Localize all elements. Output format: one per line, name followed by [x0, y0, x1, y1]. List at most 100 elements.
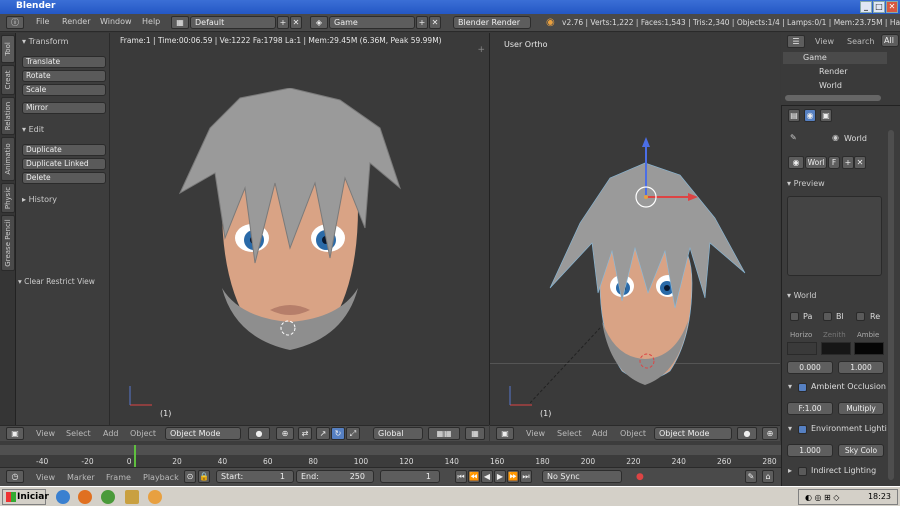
timeline-frame-menu[interactable]: Frame: [106, 473, 131, 482]
blender-taskbar-icon[interactable]: [148, 490, 162, 504]
tab-create[interactable]: Creat: [1, 65, 15, 95]
explorer-taskbar-icon[interactable]: [56, 490, 70, 504]
horizon-color-swatch[interactable]: [787, 342, 817, 355]
object-menu-right[interactable]: Object: [620, 429, 646, 438]
timeline-playback-menu[interactable]: Playback: [143, 473, 179, 482]
viewport-shading-right-icon[interactable]: ●: [737, 427, 757, 440]
outliner-view-menu[interactable]: View: [815, 37, 834, 46]
transform-manipulator[interactable]: [630, 133, 710, 223]
timeline-view-menu[interactable]: View: [36, 473, 55, 482]
menu-window[interactable]: Window: [100, 17, 132, 26]
ambient-color-swatch[interactable]: [854, 342, 884, 355]
remove-scene-icon[interactable]: ✕: [429, 16, 441, 29]
start-button[interactable]: Iniciar: [2, 489, 49, 505]
world-name-field[interactable]: Worl: [805, 156, 827, 169]
object-menu[interactable]: Object: [130, 429, 156, 438]
blend-sky-checkbox[interactable]: [823, 312, 832, 321]
outliner-type-icon[interactable]: ☰: [787, 35, 805, 48]
menu-render[interactable]: Render: [62, 17, 90, 26]
prev-keyframe-icon[interactable]: ⏪: [468, 470, 480, 483]
indirect-expand-icon[interactable]: ▸: [788, 466, 792, 475]
pivot-icon[interactable]: ⊕: [276, 427, 294, 440]
indirect-lighting-checkbox[interactable]: [798, 467, 807, 476]
scale-button[interactable]: Scale: [22, 84, 106, 96]
outliner-search-menu[interactable]: Search: [847, 37, 874, 46]
real-sky-checkbox[interactable]: [856, 312, 865, 321]
timeline-marker-menu[interactable]: Marker: [67, 473, 95, 482]
view-menu[interactable]: View: [36, 429, 55, 438]
current-frame-marker[interactable]: [134, 445, 136, 467]
props-type-icon[interactable]: ▤: [788, 109, 800, 122]
close-button[interactable]: ✕: [886, 1, 898, 13]
env-expand-icon[interactable]: ▾: [788, 424, 792, 433]
next-keyframe-icon[interactable]: ⏩: [507, 470, 519, 483]
viewport-game[interactable]: Frame:1 | Time:00:06.59 | Ve:1222 Fa:179…: [110, 33, 489, 425]
world-context-icon[interactable]: ◉: [804, 109, 816, 122]
preview-panel-title[interactable]: ▾ Preview: [787, 179, 825, 188]
screen-layout-icon[interactable]: ▦: [171, 16, 189, 29]
sync-mode-select[interactable]: No Sync: [542, 470, 622, 483]
viewport-corner-icon[interactable]: +: [477, 45, 485, 55]
translate-button[interactable]: Translate: [22, 56, 106, 68]
pivot-right-icon[interactable]: ⊕: [762, 427, 778, 440]
viewport-shading-icon[interactable]: ●: [248, 427, 270, 440]
duplicate-button[interactable]: Duplicate: [22, 144, 106, 156]
keyframe-icon[interactable]: ✎: [745, 470, 757, 483]
orientation-select[interactable]: Global: [373, 427, 423, 440]
fake-user-button[interactable]: F: [828, 156, 840, 169]
editor-type-3d-icon[interactable]: ▣: [6, 427, 24, 440]
record-icon[interactable]: ●: [636, 472, 644, 482]
timeline[interactable]: [0, 441, 781, 467]
current-frame-field[interactable]: 1: [380, 470, 440, 483]
scene-field[interactable]: Game: [329, 16, 415, 29]
unlink-world-icon[interactable]: ✕: [854, 156, 866, 169]
mirror-button[interactable]: Mirror: [22, 102, 106, 114]
outliner-item-game[interactable]: Game: [783, 52, 887, 64]
firefox-taskbar-icon[interactable]: [78, 490, 92, 504]
folder-taskbar-icon[interactable]: [125, 490, 139, 504]
jump-end-icon[interactable]: ⏭: [520, 470, 532, 483]
ao-checkbox[interactable]: [798, 383, 807, 392]
tab-physics[interactable]: Physic: [1, 183, 15, 213]
duplicate-linked-button[interactable]: Duplicate Linked: [22, 158, 106, 170]
chrome-taskbar-icon[interactable]: [101, 490, 115, 504]
ao-expand-icon[interactable]: ▾: [788, 382, 792, 391]
outliner-scrollbar[interactable]: [785, 95, 881, 101]
edit-panel-title[interactable]: ▾ Edit: [22, 125, 44, 134]
view-menu-right[interactable]: View: [526, 429, 545, 438]
delete-button[interactable]: Delete: [22, 172, 106, 184]
layers-grid-icon[interactable]: ▦▦: [428, 427, 460, 440]
layers-grid2-icon[interactable]: ▦: [465, 427, 485, 440]
lock-icon[interactable]: 🔒: [198, 470, 210, 483]
render-engine-select[interactable]: Blender Render: [453, 16, 531, 29]
remove-screen-icon[interactable]: ✕: [290, 16, 302, 29]
world-panel-title[interactable]: ▾ World: [787, 291, 817, 300]
editor-type-icon[interactable]: ⓘ: [6, 16, 24, 29]
menu-file[interactable]: File: [36, 17, 49, 26]
translate-manipulator-icon[interactable]: ↗: [316, 427, 330, 440]
mode-select[interactable]: Object Mode: [165, 427, 241, 440]
end-frame-field[interactable]: End: 250: [296, 470, 374, 483]
zenith-color-swatch[interactable]: [821, 342, 851, 355]
timeline-type-icon[interactable]: ◷: [6, 470, 24, 483]
add-screen-icon[interactable]: +: [277, 16, 289, 29]
clear-restrict-view-panel[interactable]: ▾ Clear Restrict View: [18, 277, 95, 286]
manipulator-toggle-icon[interactable]: ⇄: [298, 427, 312, 440]
properties-scrollbar[interactable]: [888, 130, 894, 480]
ao-blend-select[interactable]: Multiply: [838, 402, 884, 415]
menu-help[interactable]: Help: [142, 17, 160, 26]
rotate-manipulator-icon[interactable]: ↻: [331, 427, 345, 440]
tab-relation[interactable]: Relation: [1, 97, 15, 135]
tab-grease-pencil[interactable]: Grease Pencil: [1, 215, 15, 271]
render-context-icon[interactable]: ▣: [820, 109, 832, 122]
add-menu[interactable]: Add: [103, 429, 119, 438]
play-icon[interactable]: ▶: [494, 470, 506, 483]
outliner-item-render[interactable]: Render: [795, 66, 885, 78]
keying-set-icon[interactable]: ⌂: [762, 470, 774, 483]
jump-start-icon[interactable]: ⏮: [455, 470, 467, 483]
rotate-button[interactable]: Rotate: [22, 70, 106, 82]
keying-icon[interactable]: ⊙: [184, 470, 196, 483]
viewport-user-ortho[interactable]: User Ortho (1): [490, 33, 780, 425]
outliner-display-select[interactable]: All: [881, 34, 899, 47]
select-menu[interactable]: Select: [66, 429, 91, 438]
